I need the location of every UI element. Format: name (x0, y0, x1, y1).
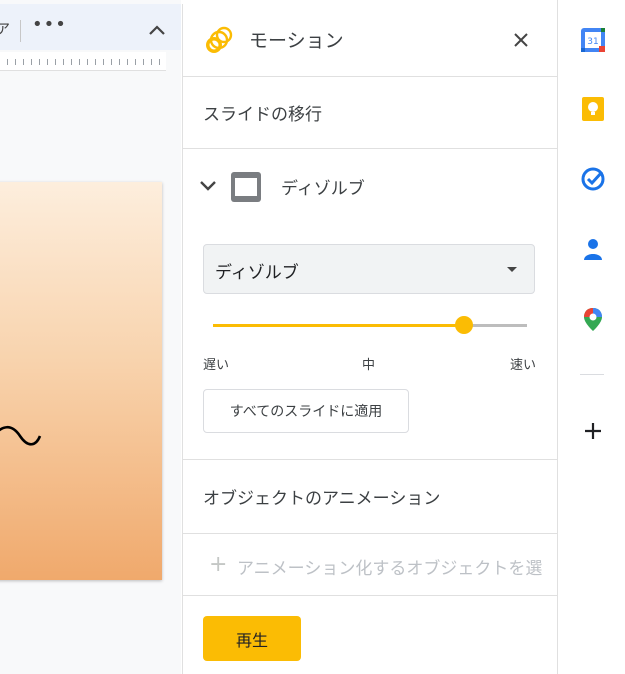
speed-label-fast: 速い (510, 358, 537, 373)
apply-to-all-slides-button[interactable]: すべてのスライドに適用 (203, 389, 409, 433)
slider-thumb[interactable] (455, 316, 474, 334)
transition-type-dropdown[interactable]: ディゾルブ (203, 244, 535, 294)
section-divider (183, 595, 557, 596)
slide-transition-heading: スライドの移行 (203, 105, 322, 125)
section-divider (183, 459, 557, 460)
slider-fill (213, 324, 465, 327)
speed-label-slow: 遅い (203, 358, 230, 373)
close-icon[interactable] (513, 32, 529, 52)
horizontal-ruler (0, 52, 166, 71)
speed-label-medium: 中 (362, 358, 376, 373)
contacts-icon[interactable] (580, 236, 606, 262)
motion-panel: モーション スライドの移行 ディゾルブ ディゾルブ 遅い 中 速い すべてのスラ… (182, 4, 557, 674)
tilde-shape[interactable] (0, 422, 50, 452)
calendar-date: 31 (587, 37, 598, 47)
slide-thumbnail-icon (231, 172, 261, 202)
section-divider (183, 533, 557, 534)
dropdown-value: ディゾルブ (215, 263, 299, 283)
transition-name: ディゾルブ (281, 179, 365, 199)
play-button[interactable]: 再生 (203, 616, 301, 661)
panel-title: モーション (249, 30, 344, 52)
object-animation-heading: オブジェクトのアニメーション (203, 489, 441, 509)
slide-transition-section: スライドの移行 (183, 76, 557, 149)
editor-toolbar: ア ••• (0, 4, 181, 50)
keep-icon[interactable] (580, 96, 606, 122)
plus-icon[interactable] (580, 418, 606, 444)
calendar-icon[interactable]: 31 (580, 27, 606, 53)
chevron-up-icon[interactable] (148, 21, 166, 40)
add-animation-label: アニメーション化するオブジェクトを選 (237, 559, 543, 579)
panel-header: モーション (183, 4, 557, 77)
side-panel-divider (580, 374, 604, 375)
slide-editor: ア ••• (0, 0, 181, 674)
tasks-icon[interactable] (580, 166, 606, 192)
plus-icon: + (209, 552, 228, 577)
transition-row[interactable]: ディゾルブ (183, 164, 557, 212)
more-options-icon[interactable]: ••• (32, 14, 67, 35)
add-animation-button[interactable]: + アニメーション化するオブジェクトを選 (203, 549, 559, 581)
toolbar-partial-label[interactable]: ア (0, 19, 10, 39)
speed-slider[interactable] (211, 316, 529, 334)
side-panel: 31 (557, 0, 625, 674)
slide-canvas[interactable] (0, 182, 162, 580)
maps-icon[interactable] (580, 306, 606, 332)
slider-track (464, 324, 527, 327)
toolbar-divider (20, 20, 21, 42)
chevron-down-icon[interactable] (199, 178, 217, 197)
motion-icon (206, 26, 233, 53)
dropdown-arrow-icon (507, 267, 517, 272)
